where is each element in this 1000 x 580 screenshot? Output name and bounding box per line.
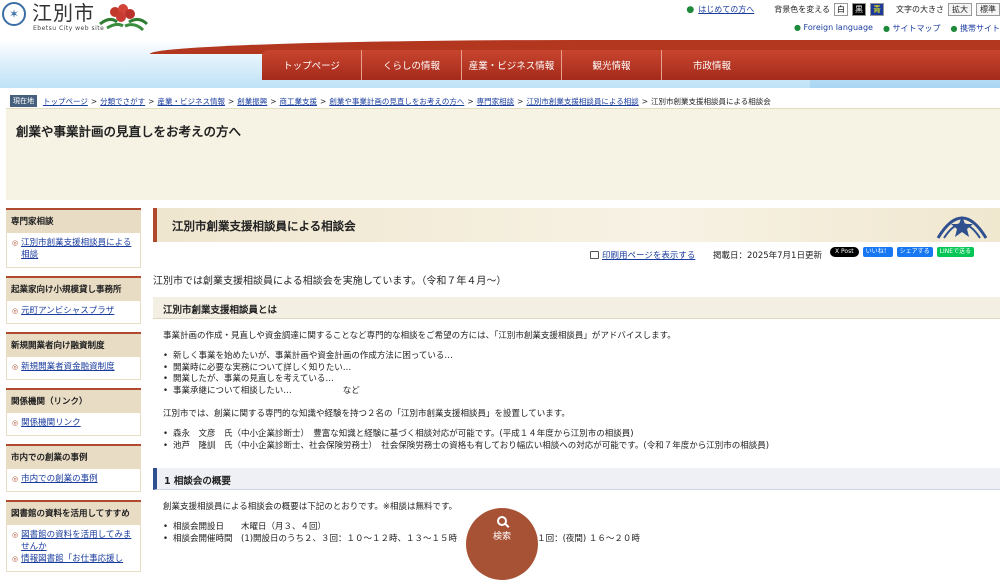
sidebar-link[interactable]: ◎ 元町アンビシャスプラザ <box>12 305 135 317</box>
line-share-button[interactable]: LINEで送る <box>936 247 975 257</box>
breadcrumb-link[interactable]: 専門家相談 <box>477 96 515 107</box>
sidebar-link[interactable]: ◎ 江別市創業支援相談員による相談 <box>12 237 135 261</box>
bullet-icon: ◎ <box>12 363 19 371</box>
sidebar-section: ◎ 元町アンビシャスプラザ <box>6 300 141 324</box>
bg-white-button[interactable]: 白 <box>834 3 848 16</box>
page-title: 創業や事業計画の見直しをお考えの方へ <box>16 124 242 139</box>
flower-logo-icon <box>99 4 149 32</box>
x-post-button[interactable]: X Post <box>830 247 859 257</box>
bg-blue-button[interactable]: 青 <box>870 3 884 16</box>
site-logo[interactable]: ✶ 江別市 <box>2 2 95 26</box>
sidebar-link[interactable]: ◎ 図書館の資料を活用してみませんか <box>12 529 135 553</box>
breadcrumb-link[interactable]: 創業振興 <box>237 96 267 107</box>
breadcrumb-link[interactable]: 分類でさがす <box>100 96 145 107</box>
sidebar: 専門家相談 ◎ 江別市創業支援相談員による相談 起業家向け小規模貸し事務所 ◎ 元町… <box>6 208 141 580</box>
section-paragraph: 江別市では、創業に関する専門的な知識や経験を持つ２名の「江別市創業支援相談員」を… <box>163 409 570 419</box>
breadcrumb-current: 江別市創業支援相談員による相談会 <box>651 96 771 106</box>
sidebar-heading: 図書館の資料を活用してすすめ <box>6 500 141 524</box>
sidebar-link[interactable]: ◎ 情報図書館「お仕事応援し <box>12 553 135 565</box>
site-header: ✶ 江別市 Ebetsu City web site ● はじめての方へ 背景色… <box>0 0 1000 88</box>
search-button[interactable]: 検索 <box>466 508 538 580</box>
list-item: 相談会開催時間 (1)開設日のうち２、３回：１０〜１２時、１３〜１５時 (2)開… <box>163 534 1000 546</box>
bg-color-label: 背景色を変える <box>774 5 830 14</box>
font-standard-button[interactable]: 標準 <box>976 3 1000 16</box>
content-heading-band: 江別市創業支援相談員による相談会 <box>153 208 1000 242</box>
section-heading: 江別市創業支援相談員とは <box>153 297 1000 319</box>
printer-icon <box>590 251 599 259</box>
site-subtitle: Ebetsu City web site <box>33 25 105 32</box>
nav-city-admin[interactable]: 市政情報 <box>662 50 762 80</box>
star-ornament-icon <box>936 216 988 239</box>
sidebar-link[interactable]: ◎ 市内での創業の事例 <box>12 473 135 485</box>
bullet-list: 相談会開設日 木曜日（月３、４回） 相談会開催時間 (1)開設日のうち２、３回：… <box>163 522 1000 545</box>
breadcrumb: 現在地 トップページ > 分類でさがす > 産業・ビジネス情報 > 創業振興 > 商工業… <box>10 95 771 107</box>
sidebar-section: ◎ 新規開業者資金融資制度 <box>6 356 141 380</box>
utility-links: ● Foreign language ● サイトマップ ● 携帯サイト <box>794 23 1000 34</box>
bullet-icon: ◎ <box>12 419 19 427</box>
sitemap-link[interactable]: ● サイトマップ <box>883 23 941 34</box>
sidebar-section: ◎ 市内での創業の事例 <box>6 468 141 492</box>
site-name: 江別市 <box>32 1 95 25</box>
global-nav: トップページ くらしの情報 産業・ビジネス情報 観光情報 市政情報 <box>262 50 1000 80</box>
main-content: 江別市創業支援相談員による相談会 印刷用ページを表示する 掲載日：2025年7月… <box>153 208 1000 545</box>
sidebar-link[interactable]: ◎ 新規開業者資金融資制度 <box>12 361 135 373</box>
bullet-icon: ◎ <box>12 475 19 483</box>
bullet-list: 新しく事業を始めたいが、事業計画や資金計画の作成方法に困っている… 開業時に必要… <box>163 351 1000 397</box>
breadcrumb-link[interactable]: 江別市創業支援相談員による相談 <box>526 96 638 107</box>
meta-row: 印刷用ページを表示する 掲載日：2025年7月1日更新 X Post いいね！ … <box>153 246 1000 266</box>
nav-tourism[interactable]: 観光情報 <box>562 50 662 80</box>
city-emblem-icon: ✶ <box>2 2 26 26</box>
foreign-language-link[interactable]: ● Foreign language <box>794 23 873 34</box>
list-item: 開業したが、事業の見直しを考えている… <box>163 374 1000 386</box>
first-time-link[interactable]: はじめての方へ <box>698 4 754 15</box>
nav-business[interactable]: 産業・ビジネス情報 <box>462 50 562 80</box>
font-enlarge-button[interactable]: 拡大 <box>948 3 972 16</box>
sidebar-section: ◎ 図書館の資料を活用してみませんか ◎ 情報図書館「お仕事応援し <box>6 524 141 572</box>
list-item: 事業承継について相談したい… など <box>163 386 1000 398</box>
bullet-icon: ◎ <box>12 239 19 247</box>
print-link[interactable]: 印刷用ページを表示する <box>590 249 695 261</box>
list-item: 新しく事業を始めたいが、事業計画や資金計画の作成方法に困っている… <box>163 351 1000 363</box>
sidebar-heading: 起業家向け小規模貸し事務所 <box>6 276 141 300</box>
sidebar-heading: 市内での創業の事例 <box>6 444 141 468</box>
search-icon <box>497 516 507 526</box>
bullet-icon: ◎ <box>12 307 19 315</box>
published-date: 掲載日：2025年7月1日更新 <box>713 251 822 261</box>
sidebar-section: ◎ 関係機関リンク <box>6 412 141 436</box>
sidebar-section: ◎ 江別市創業支援相談員による相談 <box>6 232 141 268</box>
list-item: 池芦 隆訓 氏（中小企業診断士、社会保険労務士） 社会保険労務士の資格も有してお… <box>163 441 1000 453</box>
facebook-like-button[interactable]: いいね！ <box>862 247 893 257</box>
title-band: 創業や事業計画の見直しをお考えの方へ <box>6 108 1000 200</box>
font-size-label: 文字の大きさ <box>896 5 944 14</box>
search-label: 検索 <box>492 532 511 542</box>
section-paragraph: 創業支援相談員による相談会の概要は下記のとおりです。※相談は無料です。 <box>163 502 458 512</box>
bg-black-button[interactable]: 黒 <box>852 3 866 16</box>
sidebar-heading: 新規開業者向け融資制度 <box>6 332 141 356</box>
breadcrumb-link[interactable]: 産業・ビジネス情報 <box>157 96 225 107</box>
breadcrumb-link[interactable]: トップページ <box>43 96 88 107</box>
facebook-share-button[interactable]: シェアする <box>896 247 933 257</box>
section-paragraph: 事業計画の作成・見直しや資金調達に関することなど専門的な相談をご希望の方には、「… <box>163 331 676 341</box>
section-heading: 1 相談会の概要 <box>153 468 1000 490</box>
nav-top[interactable]: トップページ <box>262 50 362 80</box>
sidebar-heading: 関係機関（リンク） <box>6 388 141 412</box>
bullet-icon: ◎ <box>12 555 19 563</box>
consultant-list: 森永 文彦 氏（中小企業診断士） 豊富な知識と経験に基づく相談対応が可能です。(… <box>163 429 1000 452</box>
list-item: 開業時に必要な実務について詳しく知りたい… <box>163 363 1000 375</box>
content-heading: 江別市創業支援相談員による相談会 <box>172 219 356 233</box>
arrow-icon: ● <box>686 4 695 15</box>
mobile-site-link[interactable]: ● 携帯サイト <box>950 23 1000 34</box>
nav-living[interactable]: くらしの情報 <box>362 50 462 80</box>
sidebar-link[interactable]: ◎ 関係機関リンク <box>12 417 135 429</box>
here-badge: 現在地 <box>10 95 37 107</box>
list-item: 森永 文彦 氏（中小企業診断士） 豊富な知識と経験に基づく相談対応が可能です。(… <box>163 429 1000 441</box>
breadcrumb-link[interactable]: 商工業支援 <box>280 96 318 107</box>
list-item: 相談会開設日 木曜日（月３、４回） <box>163 522 1000 534</box>
bullet-icon: ◎ <box>12 531 19 539</box>
breadcrumb-link[interactable]: 創業や事業計画の見直しをお考えの方へ <box>329 96 464 107</box>
lead-text: 江別市では創業支援相談員による相談会を実施しています。（令和７年４月〜） <box>153 276 507 287</box>
sidebar-heading: 専門家相談 <box>6 208 141 232</box>
utility-bar: ● はじめての方へ 背景色を変える 白 黒 青 文字の大きさ 拡大 標準 <box>686 3 1000 16</box>
social-buttons: X Post いいね！ シェアする LINEで送る <box>830 247 975 257</box>
